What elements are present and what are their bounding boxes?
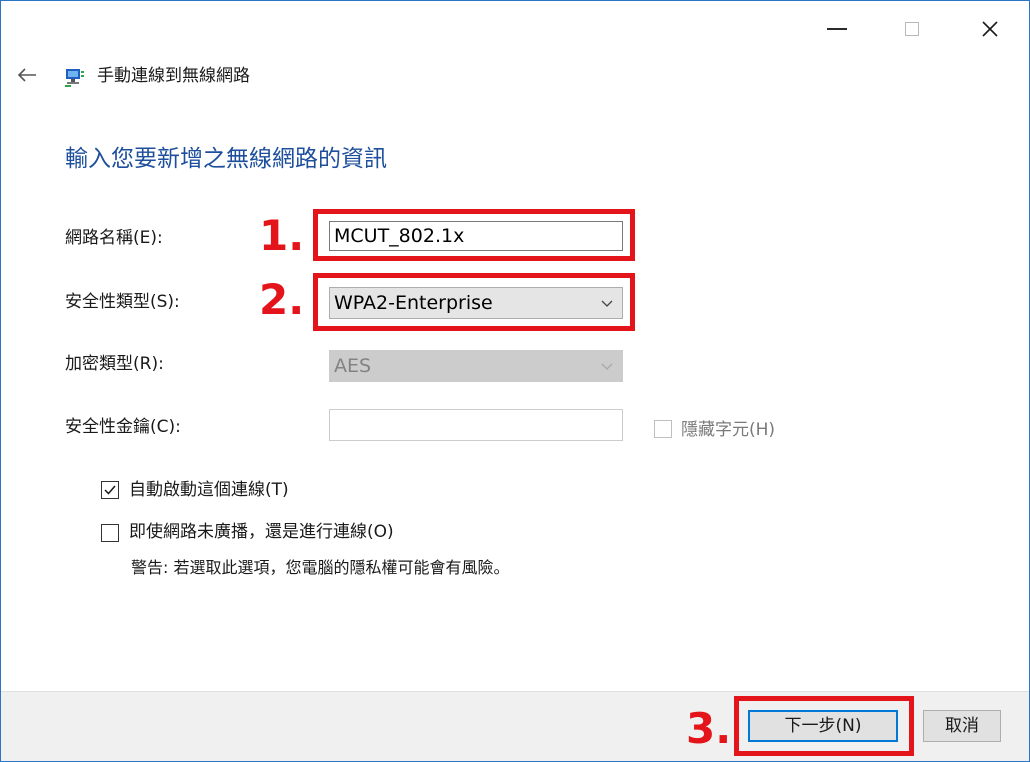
step-1-annotation: 1. — [259, 211, 305, 260]
security-type-label: 安全性類型(S): — [65, 292, 180, 312]
chevron-down-icon — [601, 363, 613, 370]
network-name-label: 網路名稱(E): — [65, 228, 163, 248]
encryption-type-value: AES — [334, 355, 372, 377]
close-button[interactable] — [967, 1, 1013, 57]
step-3-annotation: 3. — [686, 704, 732, 753]
checkmark-icon — [104, 485, 116, 495]
privacy-warning: 警告: 若選取此選項，您電腦的隱私權可能會有風險。 — [131, 558, 510, 577]
step-2-annotation: 2. — [259, 275, 305, 324]
close-icon — [982, 21, 998, 37]
network-icon — [65, 69, 84, 87]
hide-chars-checkbox[interactable] — [654, 420, 672, 438]
maximize-icon — [905, 22, 919, 36]
encryption-type-label: 加密類型(R): — [65, 354, 164, 374]
hide-chars-label: 隱藏字元(H) — [681, 420, 776, 440]
security-type-select[interactable]: WPA2-Enterprise — [329, 287, 623, 319]
next-button[interactable]: 下一步(N) — [748, 710, 898, 742]
connect-hidden-label: 即使網路未廣播，還是進行連線(O) — [129, 522, 394, 542]
chevron-down-icon — [601, 300, 613, 307]
connect-hidden-checkbox[interactable] — [101, 524, 119, 542]
page-title: 輸入您要新增之無線網路的資訊 — [65, 146, 387, 172]
maximize-button[interactable] — [889, 1, 935, 57]
minimize-button[interactable] — [814, 1, 860, 57]
security-key-label: 安全性金鑰(C): — [65, 417, 181, 437]
auto-start-label: 自動啟動這個連線(T) — [129, 480, 289, 500]
security-key-input[interactable] — [329, 409, 623, 441]
security-type-value: WPA2-Enterprise — [334, 292, 493, 314]
network-name-input[interactable]: MCUT_802.1x — [329, 221, 623, 251]
cancel-button[interactable]: 取消 — [923, 710, 1001, 742]
wireless-setup-window: 手動連線到無線網路 輸入您要新增之無線網路的資訊 網路名稱(E): 1. MCU… — [0, 0, 1030, 762]
encryption-type-select[interactable]: AES — [329, 350, 623, 382]
minimize-icon — [827, 28, 847, 30]
footer-bar: 3. 下一步(N) 取消 — [1, 691, 1029, 761]
back-arrow-icon — [17, 68, 36, 82]
header-title: 手動連線到無線網路 — [97, 66, 250, 86]
auto-start-checkbox[interactable] — [101, 481, 119, 499]
back-button[interactable] — [13, 63, 41, 87]
